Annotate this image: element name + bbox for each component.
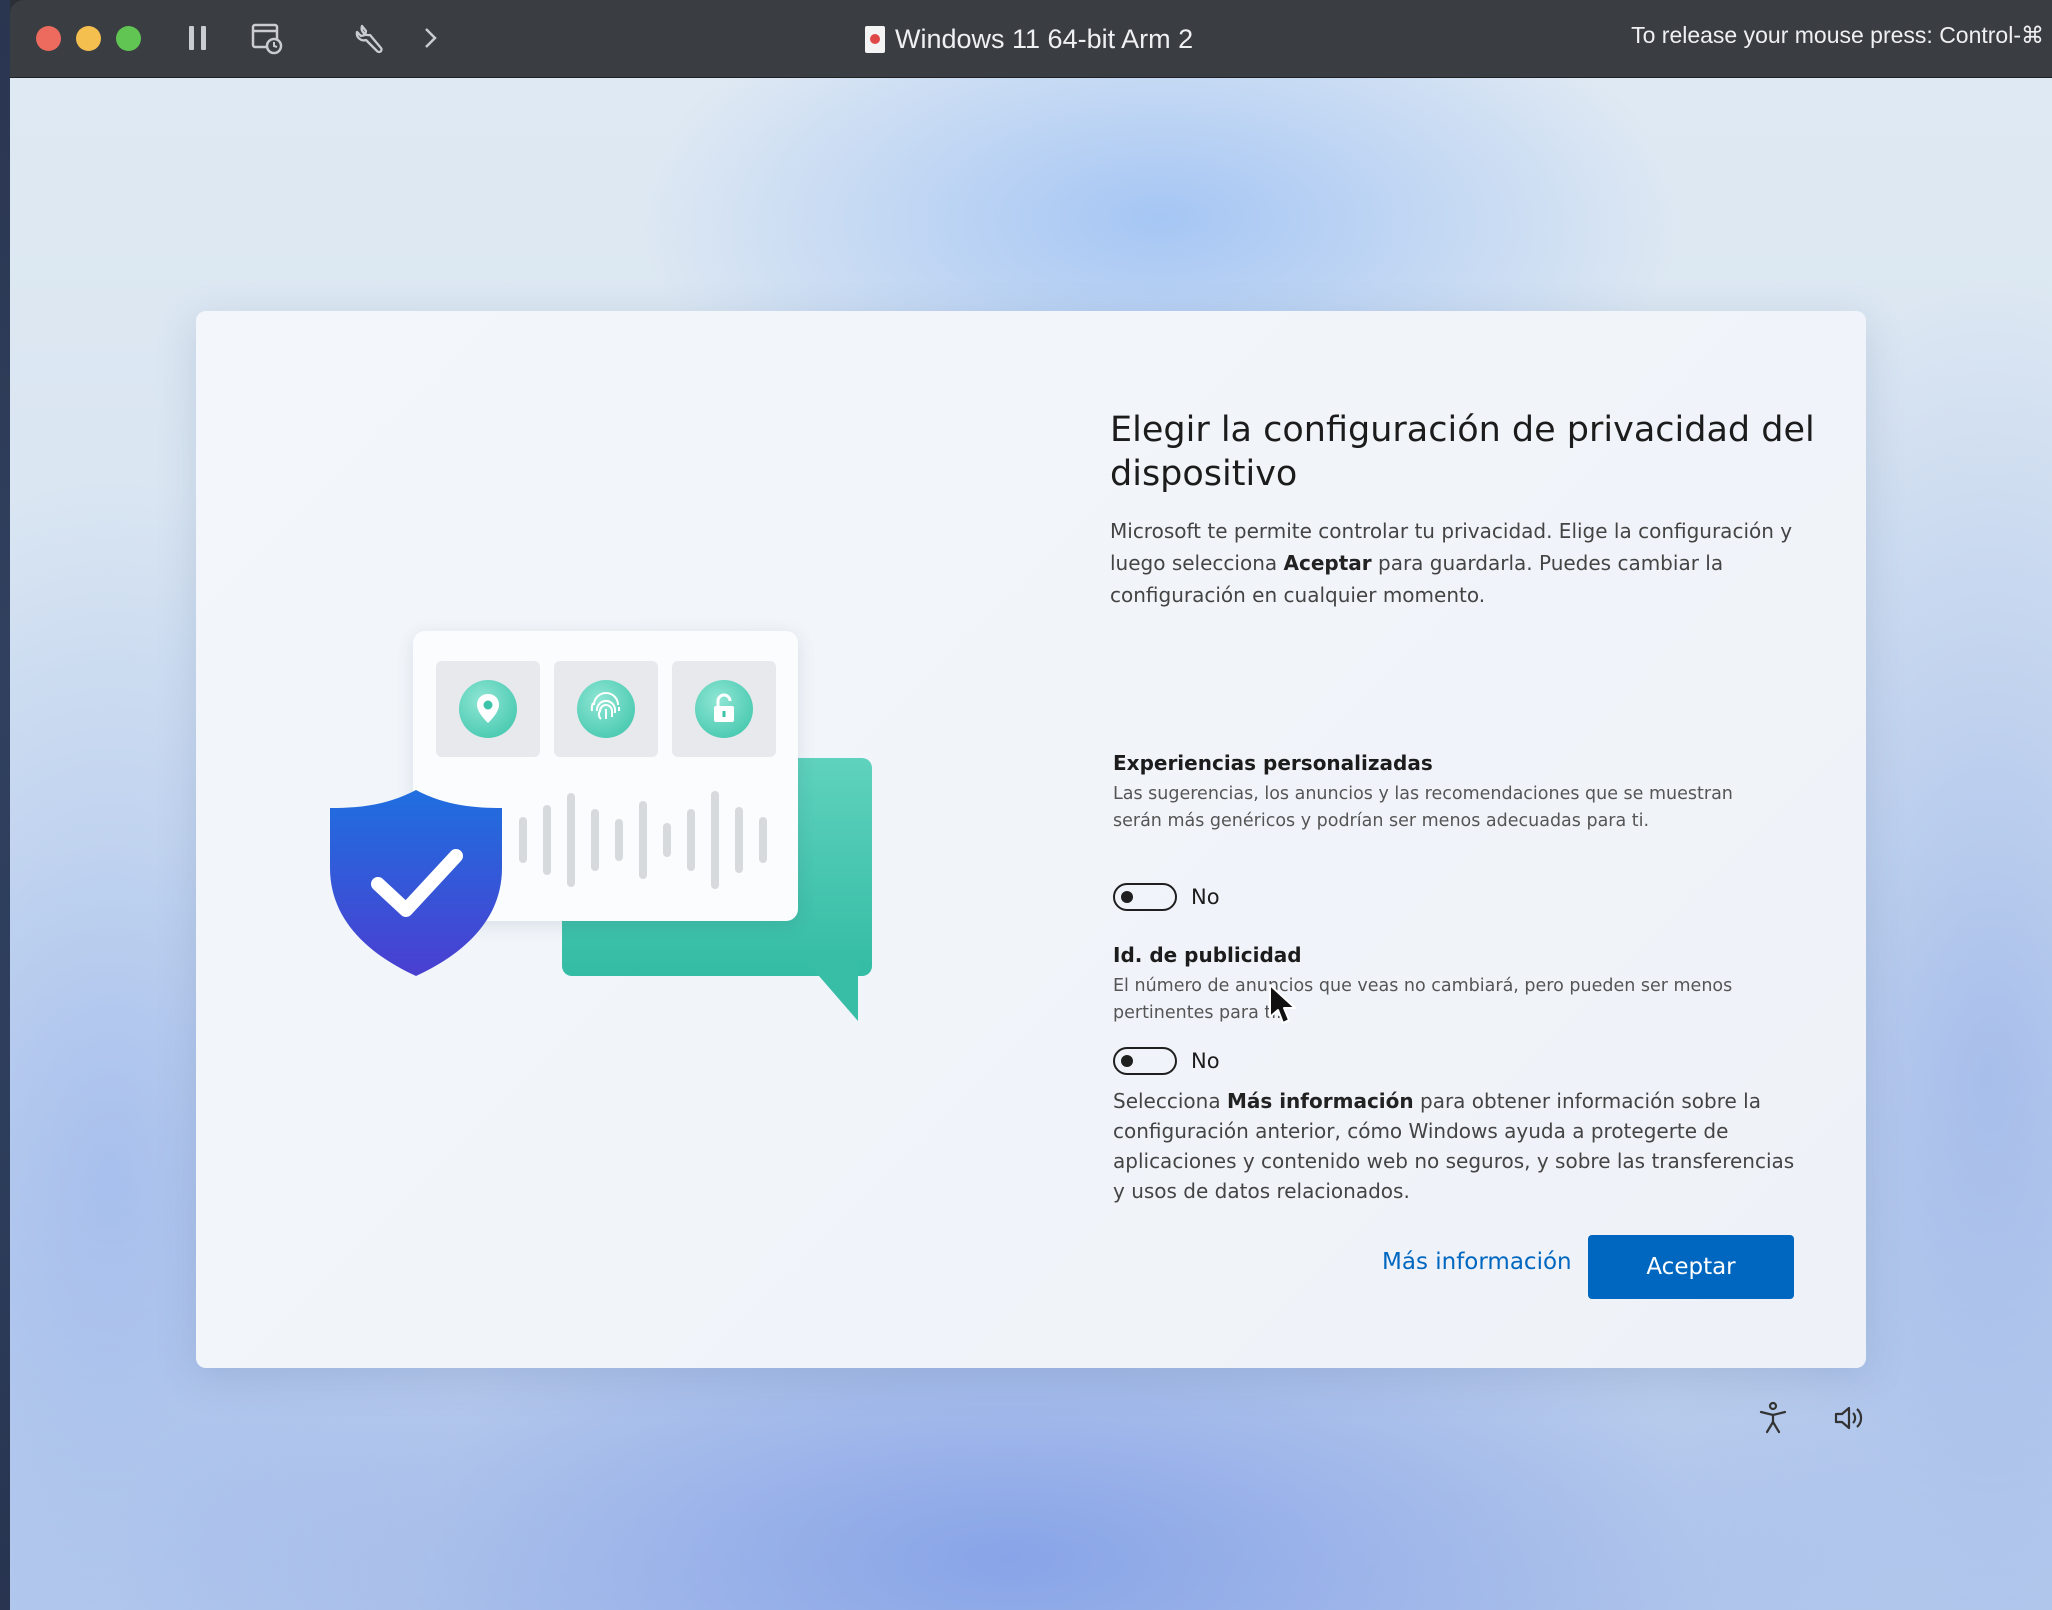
mouse-cursor-icon xyxy=(1268,983,1298,1031)
toggle-row-personalized-experiences: No xyxy=(1113,883,1220,911)
chat-bubble-tail xyxy=(806,961,858,1021)
toggle-state-label: No xyxy=(1191,1049,1220,1073)
location-pin-icon xyxy=(459,680,517,738)
oobe-privacy-card: Elegir la configuración de privacidad de… xyxy=(196,311,1866,1368)
vm-titlebar: Windows 11 64-bit Arm 2 To release your … xyxy=(10,0,2052,78)
more-info-paragraph: Selecciona Más información para obtener … xyxy=(1113,1086,1803,1206)
option-advertising-id: Id. de publicidad El número de anuncios … xyxy=(1113,943,1753,1027)
vm-window: Windows 11 64-bit Arm 2 To release your … xyxy=(10,0,2052,1610)
fingerprint-tile xyxy=(554,661,658,757)
minimize-button[interactable] xyxy=(76,26,101,51)
unlock-icon xyxy=(695,680,753,738)
toggle-state-label: No xyxy=(1191,885,1220,909)
option-description: El número de anuncios que veas no cambia… xyxy=(1113,976,1733,1023)
accessibility-icon[interactable] xyxy=(1758,1401,1788,1439)
shield-check-icon xyxy=(330,790,502,976)
audio-waveform-illustration xyxy=(519,791,767,889)
chevron-right-icon[interactable] xyxy=(420,20,440,60)
more-info-link[interactable]: Más información xyxy=(1382,1249,1572,1275)
option-title: Experiencias personalizadas xyxy=(1113,751,1433,775)
close-button[interactable] xyxy=(36,26,61,51)
fingerprint-icon xyxy=(577,680,635,738)
intro-paragraph: Microsoft te permite controlar tu privac… xyxy=(1110,515,1800,611)
document-icon xyxy=(865,25,885,53)
window-title-text: Windows 11 64-bit Arm 2 xyxy=(895,23,1194,54)
option-description: Las sugerencias, los anuncios y las reco… xyxy=(1113,784,1733,831)
toggle-personalized-experiences[interactable] xyxy=(1113,883,1177,911)
pause-icon[interactable] xyxy=(186,20,210,60)
guest-screen: Elegir la configuración de privacidad de… xyxy=(10,78,2052,1610)
unlock-tile xyxy=(672,661,776,757)
volume-icon[interactable] xyxy=(1832,1401,1866,1439)
zoom-button[interactable] xyxy=(116,26,141,51)
accept-button[interactable]: Aceptar xyxy=(1588,1235,1794,1299)
release-mouse-hint: To release your mouse press: Control-⌘ xyxy=(1631,22,2044,48)
toggle-row-advertising-id: No xyxy=(1113,1047,1220,1075)
more-info-bold: Más información xyxy=(1226,1089,1414,1113)
page-title: Elegir la configuración de privacidad de… xyxy=(1110,410,1815,494)
intro-bold: Aceptar xyxy=(1283,551,1372,575)
privacy-illustration xyxy=(326,631,886,1051)
location-tile xyxy=(436,661,540,757)
snapshot-icon[interactable] xyxy=(250,20,284,60)
toggle-advertising-id[interactable] xyxy=(1113,1047,1177,1075)
option-personalized-experiences: Experiencias personalizadas Las sugerenc… xyxy=(1113,751,1753,835)
more-info-text-1: Selecciona xyxy=(1113,1089,1227,1113)
window-title: Windows 11 64-bit Arm 2 xyxy=(865,18,1193,60)
option-title: Id. de publicidad xyxy=(1113,943,1302,967)
wrench-icon[interactable] xyxy=(354,20,386,60)
host-desktop-edge xyxy=(0,0,10,1610)
